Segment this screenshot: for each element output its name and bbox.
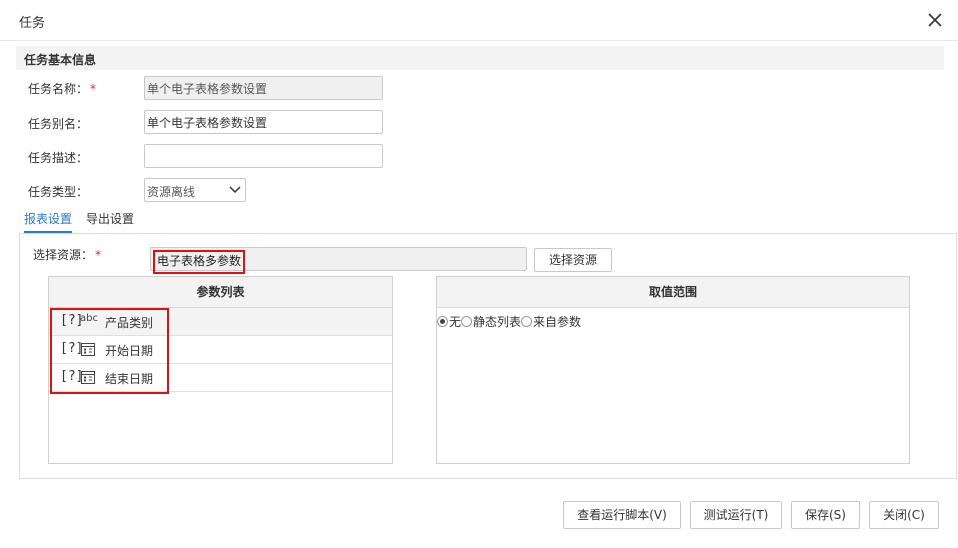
required-mark: * xyxy=(95,248,102,262)
resource-label: 选择资源： * xyxy=(33,248,102,262)
radio-static-list[interactable]: 静态列表 xyxy=(461,313,521,330)
list-item[interactable]: [?] 结束日期 xyxy=(49,364,392,392)
chevron-down-icon xyxy=(229,186,241,194)
dialog-titlebar: 任务 xyxy=(0,0,958,41)
value-range-box: 取值范围 无静态列表 来自参数 xyxy=(436,276,910,464)
param-prefix: [?] xyxy=(60,341,84,356)
param-list-header: 参数列表 xyxy=(49,277,392,308)
radio-label: 无 xyxy=(449,315,462,329)
close-icon[interactable] xyxy=(926,11,944,29)
date-icon xyxy=(81,371,95,384)
param-list-box: 参数列表 [?] abc 产品类别 [?] 开始日期 [?] 结束日期 xyxy=(48,276,393,464)
save-button[interactable]: 保存(S) xyxy=(791,501,860,529)
param-name: 结束日期 xyxy=(105,372,154,386)
tab-export-settings[interactable]: 导出设置 xyxy=(86,210,134,231)
task-name-label: 任务名称： * xyxy=(28,82,97,96)
value-range-options: 无静态列表 来自参数 xyxy=(437,313,581,330)
radio-dot xyxy=(521,316,533,327)
required-mark: * xyxy=(90,82,97,96)
task-type-label: 任务类型： xyxy=(28,185,89,199)
param-name: 产品类别 xyxy=(105,316,154,330)
radio-label: 静态列表 xyxy=(473,315,522,329)
select-resource-button[interactable]: 选择资源 xyxy=(534,248,612,272)
task-desc-label: 任务描述： xyxy=(28,151,89,165)
view-script-button[interactable]: 查看运行脚本(V) xyxy=(563,501,681,529)
value-range-header: 取值范围 xyxy=(437,277,909,308)
radio-label: 来自参数 xyxy=(533,315,582,329)
list-item[interactable]: [?] abc 产品类别 xyxy=(49,308,392,336)
radio-dot xyxy=(461,316,473,327)
resource-value: 电子表格多参数 xyxy=(153,250,246,274)
task-type-select[interactable]: 资源离线 xyxy=(144,178,246,202)
list-item[interactable]: [?] 开始日期 xyxy=(49,336,392,364)
task-alias-label: 任务别名： xyxy=(28,117,89,131)
dialog-title: 任务 xyxy=(19,16,46,31)
close-button[interactable]: 关闭(C) xyxy=(869,501,939,529)
radio-from-param[interactable]: 来自参数 xyxy=(521,313,581,330)
test-run-button[interactable]: 测试运行(T) xyxy=(690,501,782,529)
date-icon xyxy=(81,343,95,356)
task-alias-field[interactable] xyxy=(144,110,383,134)
abc-text-icon: abc xyxy=(80,313,98,324)
report-settings-panel: 选择资源： * 电子表格多参数 选择资源 参数列表 [?] abc 产品类别 [?… xyxy=(19,233,957,479)
radio-dot xyxy=(437,316,448,327)
param-prefix: [?] xyxy=(60,369,84,384)
task-type-value: 资源离线 xyxy=(147,185,196,199)
resource-field[interactable]: 电子表格多参数 xyxy=(150,247,527,274)
radio-none[interactable]: 无 xyxy=(437,313,461,330)
basic-info-heading: 任务基本信息 xyxy=(24,53,97,67)
tab-report-settings[interactable]: 报表设置 xyxy=(24,210,73,233)
param-name: 开始日期 xyxy=(105,344,154,358)
task-name-field[interactable] xyxy=(144,76,383,100)
basic-info-section-header: 任务基本信息 xyxy=(16,46,944,70)
task-desc-field[interactable] xyxy=(144,144,383,168)
